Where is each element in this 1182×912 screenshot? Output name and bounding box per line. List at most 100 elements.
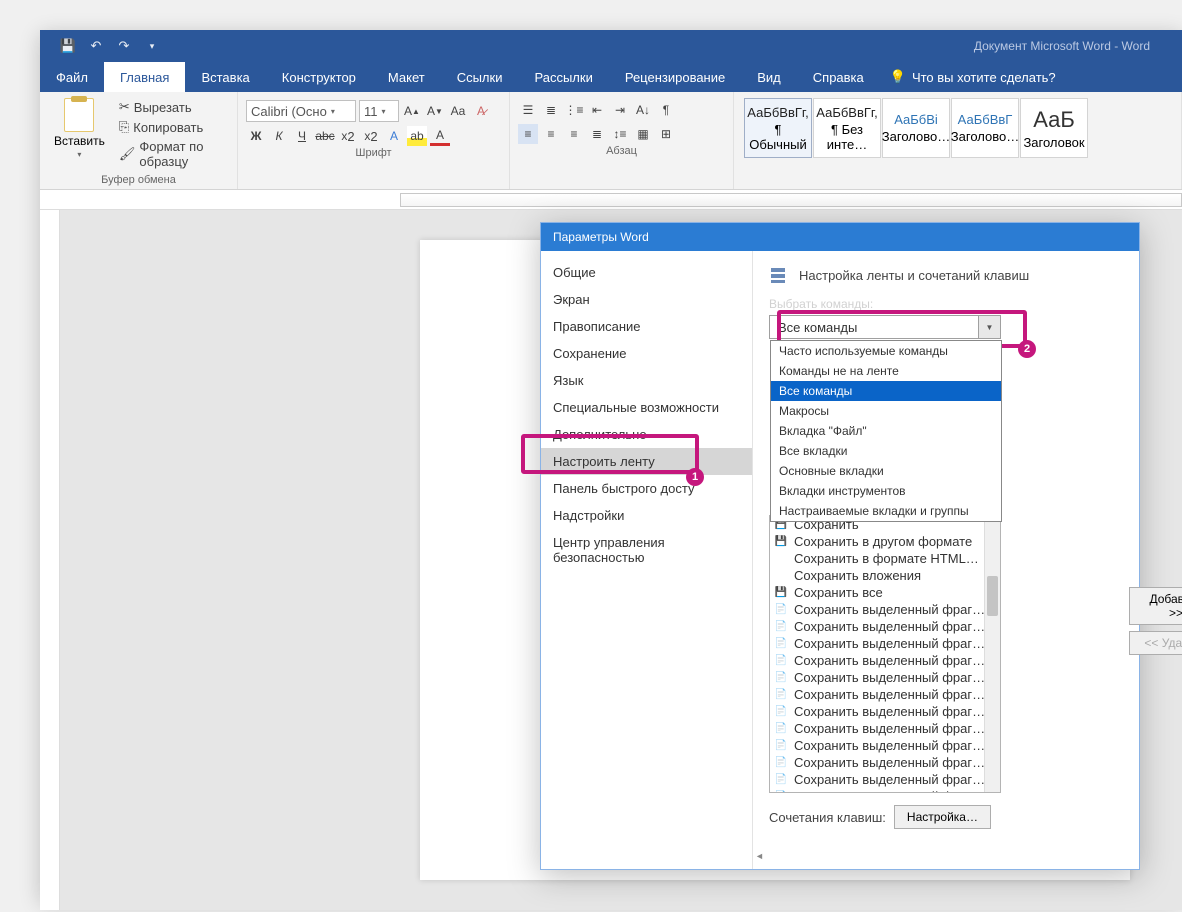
- font-color-button[interactable]: A: [430, 126, 450, 146]
- sidebar-item-addins[interactable]: Надстройки: [541, 502, 752, 529]
- sort-button[interactable]: A↓: [633, 100, 653, 120]
- scrollbar-thumb[interactable]: [987, 576, 998, 616]
- sidebar-item-advanced[interactable]: Дополнительно: [541, 421, 752, 448]
- style-heading1[interactable]: АаБбВіЗаголово…: [882, 98, 950, 158]
- line-spacing-button[interactable]: ↕≡: [610, 124, 630, 144]
- borders-button[interactable]: ⊞: [656, 124, 676, 144]
- tab-layout[interactable]: Макет: [372, 62, 441, 92]
- tab-references[interactable]: Ссылки: [441, 62, 519, 92]
- list-item[interactable]: 📄Сохранить выделенный фраг…: [770, 788, 1000, 793]
- sidebar-item-language[interactable]: Язык: [541, 367, 752, 394]
- highlight-button[interactable]: ab: [407, 126, 427, 146]
- dropdown-item[interactable]: Команды не на ленте: [771, 361, 1001, 381]
- commands-dropdown[interactable]: Все команды ▼ Часто используемые команды…: [769, 315, 1001, 339]
- align-center-button[interactable]: ≡: [541, 124, 561, 144]
- style-heading2[interactable]: АаБбВвГЗаголово…: [951, 98, 1019, 158]
- indent-button[interactable]: ⇥: [610, 100, 630, 120]
- underline-button[interactable]: Ч: [292, 126, 312, 146]
- vertical-ruler[interactable]: [40, 210, 60, 910]
- tab-insert[interactable]: Вставка: [185, 62, 265, 92]
- font-size-combo[interactable]: 11▾: [359, 100, 399, 122]
- list-item[interactable]: 📄Сохранить выделенный фраг…: [770, 686, 1000, 703]
- dropdown-item[interactable]: Вкладки инструментов: [771, 481, 1001, 501]
- list-item[interactable]: 📄Сохранить выделенный фраг…: [770, 703, 1000, 720]
- sidebar-item-general[interactable]: Общие: [541, 259, 752, 286]
- tab-help[interactable]: Справка: [797, 62, 880, 92]
- tab-design[interactable]: Конструктор: [266, 62, 372, 92]
- list-item[interactable]: 📄Сохранить выделенный фраг…: [770, 669, 1000, 686]
- scrollbar[interactable]: [984, 516, 1000, 792]
- list-item[interactable]: 📄Сохранить выделенный фраг…: [770, 601, 1000, 618]
- paste-button[interactable]: Вставить ▾: [48, 96, 111, 173]
- dropdown-item[interactable]: Вкладка "Файл": [771, 421, 1001, 441]
- sidebar-item-save[interactable]: Сохранение: [541, 340, 752, 367]
- sidebar-item-trust[interactable]: Центр управления безопасностью: [541, 529, 752, 571]
- outdent-button[interactable]: ⇤: [587, 100, 607, 120]
- shrink-font-button[interactable]: A▼: [425, 101, 445, 121]
- customize-shortcuts-button[interactable]: Настройка…: [894, 805, 991, 829]
- change-case-button[interactable]: Aa: [448, 101, 468, 121]
- show-marks-button[interactable]: ¶: [656, 100, 676, 120]
- cut-button[interactable]: ✂Вырезать: [117, 98, 229, 116]
- justify-button[interactable]: ≣: [587, 124, 607, 144]
- shading-button[interactable]: ▦: [633, 124, 653, 144]
- bold-button[interactable]: Ж: [246, 126, 266, 146]
- tab-view[interactable]: Вид: [741, 62, 797, 92]
- tab-home[interactable]: Главная: [104, 62, 185, 92]
- styles-gallery[interactable]: АаБбВвГг,¶ Обычный АаБбВвГг,¶ Без инте… …: [742, 96, 1173, 160]
- grow-font-button[interactable]: A▲: [402, 101, 422, 121]
- style-title[interactable]: АаБЗаголовок: [1020, 98, 1088, 158]
- sidebar-item-proofing[interactable]: Правописание: [541, 313, 752, 340]
- sidebar-item-display[interactable]: Экран: [541, 286, 752, 313]
- bullets-button[interactable]: ☰: [518, 100, 538, 120]
- horizontal-scrollbar[interactable]: [755, 851, 1137, 865]
- commands-listbox[interactable]: 💾Сохранить 💾Сохранить в другом формате▸ …: [769, 515, 1001, 793]
- subscript-button[interactable]: x2: [338, 126, 358, 146]
- sidebar-item-accessibility[interactable]: Специальные возможности: [541, 394, 752, 421]
- sidebar-item-customize-ribbon[interactable]: Настроить ленту: [541, 448, 752, 475]
- tab-review[interactable]: Рецензирование: [609, 62, 741, 92]
- format-painter-button[interactable]: 🖌Формат по образцу: [117, 138, 229, 170]
- text-effects-button[interactable]: A: [384, 126, 404, 146]
- list-item[interactable]: Сохранить в формате HTML…: [770, 550, 1000, 567]
- list-item[interactable]: 📄Сохранить выделенный фраг…: [770, 720, 1000, 737]
- list-item[interactable]: 📄Сохранить выделенный фраг…: [770, 754, 1000, 771]
- tab-mailings[interactable]: Рассылки: [518, 62, 608, 92]
- align-left-button[interactable]: ≡: [518, 124, 538, 144]
- redo-icon[interactable]: ↷: [116, 38, 132, 54]
- numbering-button[interactable]: ≣: [541, 100, 561, 120]
- list-item[interactable]: 📄Сохранить выделенный фраг…: [770, 635, 1000, 652]
- multilevel-button[interactable]: ⋮≡: [564, 100, 584, 120]
- superscript-button[interactable]: x2: [361, 126, 381, 146]
- list-item[interactable]: 📄Сохранить выделенный фраг…: [770, 737, 1000, 754]
- list-item[interactable]: 💾Сохранить все: [770, 584, 1000, 601]
- align-right-button[interactable]: ≡: [564, 124, 584, 144]
- style-no-spacing[interactable]: АаБбВвГг,¶ Без инте…: [813, 98, 881, 158]
- font-name-combo[interactable]: Calibri (Осно▾: [246, 100, 356, 122]
- dropdown-item[interactable]: Все вкладки: [771, 441, 1001, 461]
- list-item[interactable]: 📄Сохранить выделенный фраг…: [770, 618, 1000, 635]
- list-item[interactable]: Сохранить вложения: [770, 567, 1000, 584]
- style-normal[interactable]: АаБбВвГг,¶ Обычный: [744, 98, 812, 158]
- dropdown-item[interactable]: Все команды: [771, 381, 1001, 401]
- list-item[interactable]: 📄Сохранить выделенный фраг…: [770, 771, 1000, 788]
- tab-file[interactable]: Файл: [40, 62, 104, 92]
- save-icon[interactable]: 💾: [60, 38, 76, 54]
- list-item[interactable]: 💾Сохранить в другом формате▸: [770, 533, 1000, 550]
- undo-icon[interactable]: ↶: [88, 38, 104, 54]
- copy-button[interactable]: ⎘Копировать: [117, 118, 229, 136]
- qat-more-icon[interactable]: ▾: [144, 38, 160, 54]
- remove-button[interactable]: << Удалить: [1129, 631, 1182, 655]
- strike-button[interactable]: abc: [315, 126, 335, 146]
- dropdown-item[interactable]: Макросы: [771, 401, 1001, 421]
- italic-button[interactable]: К: [269, 126, 289, 146]
- dropdown-item[interactable]: Настраиваемые вкладки и группы: [771, 501, 1001, 521]
- tell-me-search[interactable]: 💡 Что вы хотите сделать?: [890, 62, 1056, 92]
- dropdown-item[interactable]: Часто используемые команды: [771, 341, 1001, 361]
- sidebar-item-qat[interactable]: Панель быстрого досту: [541, 475, 752, 502]
- horizontal-ruler[interactable]: [40, 190, 1182, 210]
- dropdown-item[interactable]: Основные вкладки: [771, 461, 1001, 481]
- list-item[interactable]: 📄Сохранить выделенный фраг…: [770, 652, 1000, 669]
- clear-format-button[interactable]: A̷: [471, 101, 491, 121]
- add-button[interactable]: Добавить >>: [1129, 587, 1182, 625]
